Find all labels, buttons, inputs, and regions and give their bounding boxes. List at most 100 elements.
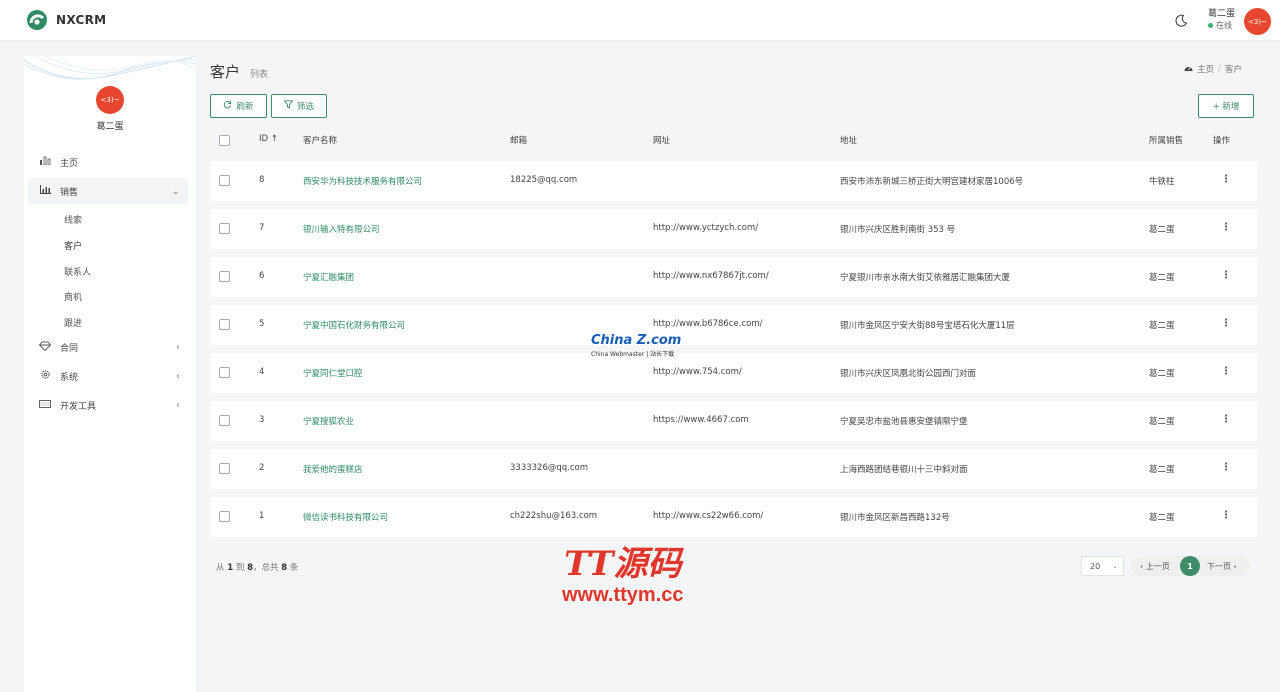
table-row[interactable]: 6 宁夏汇融集团 http://www.nx67867jt.com/ 宁夏银川市… bbox=[210, 257, 1257, 297]
cell-sales: 葛二蛋 bbox=[1149, 321, 1175, 331]
header-url[interactable]: 网址 bbox=[653, 134, 670, 146]
sidebar-subitem-leads[interactable]: 线索 bbox=[64, 213, 82, 226]
page-subtitle: 列表 bbox=[250, 70, 269, 80]
moon-icon[interactable] bbox=[1175, 14, 1188, 27]
cell-url: http://www.b6786ce.com/ bbox=[653, 319, 763, 329]
cell-sales: 牛铁柱 bbox=[1149, 177, 1175, 187]
table-row[interactable]: 5 宁夏中国石化财务有限公司 http://www.b6786ce.com/ 银… bbox=[210, 305, 1257, 345]
bar-chart-icon bbox=[38, 156, 52, 168]
more-icon[interactable]: ⋮ bbox=[1221, 462, 1231, 473]
row-checkbox[interactable] bbox=[219, 415, 230, 426]
user-info[interactable]: 葛二蛋 在线 bbox=[1208, 9, 1235, 31]
cell-email: ch222shu@163.com bbox=[510, 511, 598, 521]
cell-address: 宁夏吴忠市盐池县惠安堡镇隰宁堡 bbox=[840, 417, 968, 427]
sidebar-item-devtools[interactable]: 开发工具 ‹ bbox=[28, 392, 188, 418]
cell-address: 西安市沛东新城三桥正街大明宫建材家居1006号 bbox=[840, 177, 1024, 187]
more-icon[interactable]: ⋮ bbox=[1221, 174, 1231, 185]
next-page-button[interactable]: 下一页 › bbox=[1207, 561, 1237, 572]
sidebar-subitem-followups[interactable]: 跟进 bbox=[64, 316, 82, 329]
table-row[interactable]: 2 我爱他的蛋糕店 3333326@qq.com 上海西路团结巷银川十三中斜对面… bbox=[210, 449, 1257, 489]
more-icon[interactable]: ⋮ bbox=[1221, 318, 1231, 329]
cell-name[interactable]: 西安华为科技技术服务有限公司 bbox=[303, 175, 422, 187]
cell-id: 4 bbox=[259, 367, 265, 377]
cell-name[interactable]: 宁夏中国石化财务有限公司 bbox=[303, 319, 405, 331]
row-checkbox[interactable] bbox=[219, 175, 230, 186]
prev-page-button[interactable]: ‹ 上一页 bbox=[1140, 561, 1170, 572]
page-size-select[interactable]: 20 ⌄ bbox=[1081, 556, 1124, 576]
more-icon[interactable]: ⋮ bbox=[1221, 510, 1231, 521]
cell-name[interactable]: 宁夏汇融集团 bbox=[303, 271, 354, 283]
row-checkbox[interactable] bbox=[219, 463, 230, 474]
breadcrumb-home[interactable]: 主页 bbox=[1197, 63, 1214, 75]
cell-url: http://www.cs22w66.com/ bbox=[653, 511, 764, 521]
row-checkbox[interactable] bbox=[219, 271, 230, 282]
header-sales[interactable]: 所属销售 bbox=[1149, 134, 1183, 146]
cell-address: 银川市金凤区宁安大街88号宝塔石化大厦11层 bbox=[840, 321, 1015, 331]
pagination-info: 从 1 到 8，总共 8 条 bbox=[216, 563, 299, 573]
sidebar-subitem-contacts[interactable]: 联系人 bbox=[64, 265, 91, 278]
cell-address: 上海西路团结巷银川十三中斜对面 bbox=[840, 465, 968, 475]
chevron-down-icon: ⌄ bbox=[171, 185, 180, 197]
cell-id: 8 bbox=[259, 175, 265, 185]
brand[interactable]: NXCRM bbox=[26, 9, 106, 31]
sidebar-item-label: 主页 bbox=[60, 158, 79, 169]
cell-id: 2 bbox=[259, 463, 265, 473]
table-row[interactable]: 4 宁夏同仁堂口腔 http://www.754.com/ 银川市兴庆区凤凰北街… bbox=[210, 353, 1257, 393]
cell-sales: 葛二蛋 bbox=[1149, 513, 1175, 523]
chart-icon bbox=[38, 185, 52, 197]
table-row[interactable]: 1 微信读书科技有限公司 ch222shu@163.com http://www… bbox=[210, 497, 1257, 537]
header-name[interactable]: 客户名称 bbox=[303, 134, 337, 146]
sidebar-subitem-opportunities[interactable]: 商机 bbox=[64, 290, 82, 303]
more-icon[interactable]: ⋮ bbox=[1221, 366, 1231, 377]
cell-name[interactable]: 微信读书科技有限公司 bbox=[303, 511, 388, 523]
cell-id: 7 bbox=[259, 223, 265, 233]
sidebar-item-system[interactable]: 系统 ‹ bbox=[28, 363, 188, 389]
cell-name[interactable]: 宁夏搜狐农业 bbox=[303, 415, 354, 427]
filter-icon bbox=[283, 100, 294, 112]
cell-name[interactable]: 我爱他的蛋糕店 bbox=[303, 463, 363, 475]
sidebar-subitem-customers[interactable]: 客户 bbox=[64, 239, 82, 252]
header-id[interactable]: ID ↑ bbox=[259, 134, 278, 144]
chevron-left-icon: ‹ bbox=[176, 370, 180, 382]
cell-address: 银川市兴庆区凤凰北街公园西门对面 bbox=[840, 369, 977, 379]
filter-button[interactable]: 筛选 bbox=[271, 94, 327, 118]
cell-address: 宁夏银川市亲水南大街艾依雅居汇融集团大厦 bbox=[840, 273, 1011, 283]
logo-icon bbox=[27, 10, 47, 30]
status-dot-icon bbox=[1208, 23, 1213, 28]
breadcrumb-current: 客户 bbox=[1224, 65, 1242, 75]
table-row[interactable]: 8 西安华为科技技术服务有限公司 18225@qq.com 西安市沛东新城三桥正… bbox=[210, 161, 1257, 201]
select-all-checkbox[interactable] bbox=[219, 135, 230, 146]
row-checkbox[interactable] bbox=[219, 319, 230, 330]
diamond-icon bbox=[38, 341, 52, 354]
header-email[interactable]: 邮箱 bbox=[510, 134, 527, 146]
sidebar-item-sales[interactable]: 销售 ⌄ bbox=[28, 178, 188, 204]
sidebar: <3)~ 葛二蛋 主页 销售 ⌄ 线索 客户 联系人 商机 跟进 合同 ‹ 系统… bbox=[24, 56, 196, 692]
add-button[interactable]: + 新增 bbox=[1198, 94, 1254, 118]
more-icon[interactable]: ⋮ bbox=[1221, 270, 1231, 281]
row-checkbox[interactable] bbox=[219, 511, 230, 522]
header-address[interactable]: 地址 bbox=[840, 134, 857, 146]
cell-url: http://www.754.com/ bbox=[653, 367, 742, 377]
cell-name[interactable]: 银川输入特有限公司 bbox=[303, 223, 380, 235]
row-checkbox[interactable] bbox=[219, 223, 230, 234]
sidebar-item-contracts[interactable]: 合同 ‹ bbox=[28, 334, 188, 360]
row-checkbox[interactable] bbox=[219, 367, 230, 378]
sidebar-avatar[interactable]: <3)~ bbox=[96, 86, 124, 114]
cell-email: 18225@qq.com bbox=[510, 175, 578, 185]
refresh-icon bbox=[223, 100, 232, 112]
cell-id: 5 bbox=[259, 319, 265, 329]
more-icon[interactable]: ⋮ bbox=[1221, 414, 1231, 425]
sidebar-username: 葛二蛋 bbox=[96, 122, 124, 132]
refresh-button[interactable]: 刷新 bbox=[210, 94, 267, 118]
cell-sales: 葛二蛋 bbox=[1149, 369, 1175, 379]
sidebar-item-home[interactable]: 主页 bbox=[28, 149, 188, 175]
more-icon[interactable]: ⋮ bbox=[1221, 222, 1231, 233]
top-bar: NXCRM 葛二蛋 在线 <3)~ bbox=[0, 0, 1280, 40]
table-row[interactable]: 7 银川输入特有限公司 http://www.yctzych.com/ 银川市兴… bbox=[210, 209, 1257, 249]
avatar[interactable]: <3)~ bbox=[1244, 8, 1271, 35]
current-page[interactable]: 1 bbox=[1180, 556, 1200, 576]
cell-id: 1 bbox=[259, 511, 265, 521]
app-name: NXCRM bbox=[56, 13, 107, 27]
cell-name[interactable]: 宁夏同仁堂口腔 bbox=[303, 367, 363, 379]
table-row[interactable]: 3 宁夏搜狐农业 https://www.4667.com 宁夏吴忠市盐池县惠安… bbox=[210, 401, 1257, 441]
